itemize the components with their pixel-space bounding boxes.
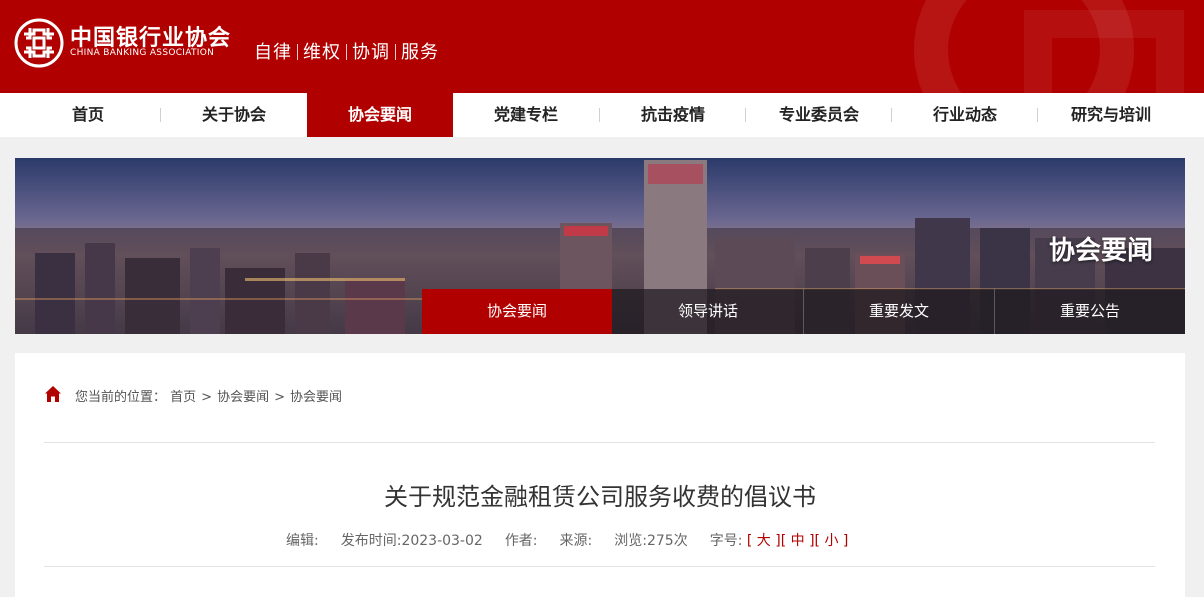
banner: 协会要闻 协会要闻 领导讲话 重要发文 重要公告 [15,158,1185,334]
slogan: 自律 维权 协调 服务 [254,38,439,64]
meta-views: 275次 [646,533,688,549]
breadcrumb-text: 您当前的位置： 首页 > 协会要闻 > 协会要闻 [75,386,342,405]
subnav-item-announcements[interactable]: 重要公告 [995,289,1185,334]
subnav-item-speeches[interactable]: 领导讲话 [613,289,803,334]
breadcrumb-link-news-current[interactable]: 协会要闻 [290,390,342,405]
article-panel: 您当前的位置： 首页 > 协会要闻 > 协会要闻 关于规范金融租赁公司服务收费的倡议书 … [15,353,1185,597]
site-header: 中国银行业协会 CHINA BANKING ASSOCIATION 自律 维权 协调… [0,0,1204,93]
divider [44,442,1155,443]
org-name-en: CHINA BANKING ASSOCIATION [70,48,215,58]
subnav-item-documents[interactable]: 重要发文 [804,289,994,334]
nav-item-news[interactable]: 协会要闻 [307,93,453,137]
nav-item-home[interactable]: 首页 [15,93,161,137]
meta-source-label: 来源: [559,533,593,549]
meta-font-size-label: 字号: [709,533,743,549]
slogan-divider [346,44,347,60]
nav-item-committees[interactable]: 专业委员会 [746,93,892,137]
meta-date: 2023-03-02 [401,533,483,549]
cba-logo-icon[interactable] [14,18,64,68]
nav-item-epidemic[interactable]: 抗击疫情 [600,93,746,137]
breadcrumb-link-home[interactable]: 首页 [170,390,196,405]
home-icon [45,386,61,402]
banner-title: 协会要闻 [1048,236,1153,266]
header-decoration [874,0,1204,93]
divider [44,566,1155,567]
article-meta: 编辑: 发布时间:2023-03-02 作者: 来源: 浏览:275次 字号: [ 大 ]… [286,530,848,550]
section-subnav: 协会要闻 领导讲话 重要发文 重要公告 [422,289,1185,334]
slogan-divider [297,44,298,60]
slogan-divider [395,44,396,60]
meta-editor-label: 编辑: [286,533,319,549]
font-size-medium-button[interactable]: [ 中 ] [781,533,815,549]
breadcrumb-separator: > [274,390,285,405]
font-size-small-button[interactable]: [ 小 ] [815,533,849,549]
breadcrumb-link-news[interactable]: 协会要闻 [217,390,269,405]
meta-author-label: 作者: [504,533,538,549]
slogan-item: 维权 [303,42,341,63]
breadcrumb-prefix: 您当前的位置： [75,390,167,405]
slogan-item: 协调 [352,42,390,63]
breadcrumb-separator: > [201,390,213,405]
subnav-item-news[interactable]: 协会要闻 [422,289,612,334]
nav-item-research[interactable]: 研究与培训 [1038,93,1184,137]
meta-date-label: 发布时间: [340,533,402,549]
nav-item-about[interactable]: 关于协会 [161,93,307,137]
slogan-item: 服务 [401,42,439,63]
article-title: 关于规范金融租赁公司服务收费的倡议书 [384,483,816,511]
nav-item-industry[interactable]: 行业动态 [892,93,1038,137]
slogan-item: 自律 [254,42,292,63]
font-size-large-button[interactable]: [ 大 ] [747,533,781,549]
meta-views-label: 浏览: [614,533,647,549]
main-nav: 首页 关于协会 协会要闻 党建专栏 抗击疫情 专业委员会 行业动态 研究与培训 [0,93,1204,137]
nav-item-party[interactable]: 党建专栏 [453,93,599,137]
